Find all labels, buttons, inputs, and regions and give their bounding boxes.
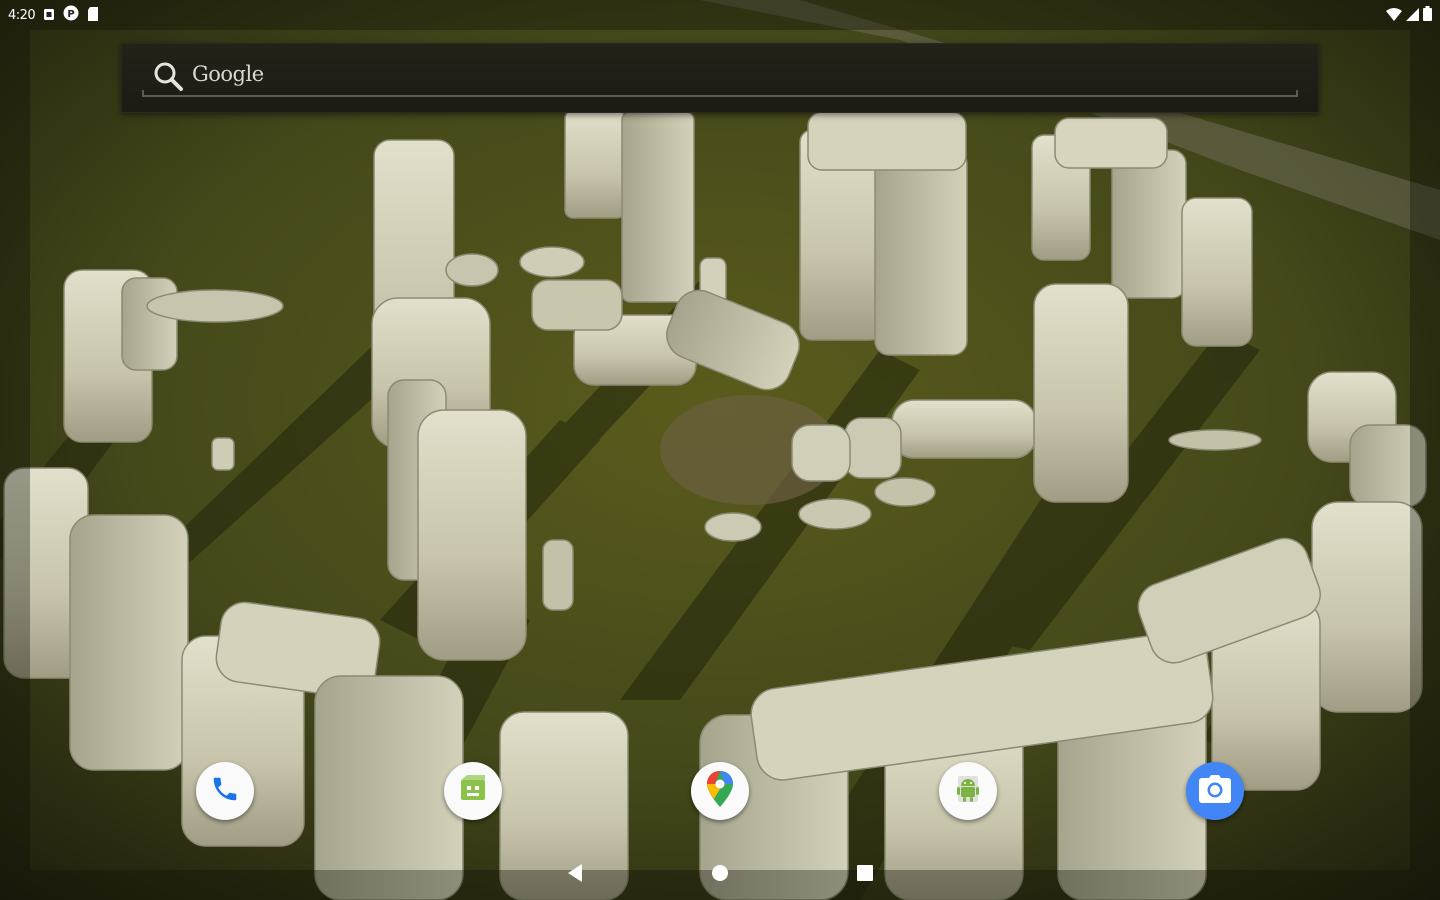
messaging-icon — [456, 772, 490, 810]
recents-button[interactable] — [850, 860, 880, 890]
back-button[interactable] — [560, 860, 590, 890]
navigation-bar — [0, 848, 1440, 900]
recents-icon — [856, 864, 874, 886]
camera-app-icon[interactable] — [1186, 762, 1244, 820]
maps-icon — [703, 769, 737, 813]
android-app-icon — [951, 772, 985, 810]
search-label: Google — [192, 62, 264, 86]
sd-card-icon — [87, 6, 99, 25]
messaging-app-icon[interactable] — [444, 762, 502, 820]
android-app-launcher[interactable] — [939, 762, 997, 820]
search-icon — [152, 60, 184, 96]
maps-app-icon[interactable] — [691, 762, 749, 820]
sim-card-icon — [43, 6, 55, 25]
phone-icon — [210, 774, 240, 808]
face-notification-icon: P — [63, 5, 79, 25]
status-bar: 4:20 P — [0, 0, 1440, 28]
wifi-icon — [1386, 6, 1402, 25]
status-time: 4:20 — [8, 7, 36, 23]
google-search-bar[interactable]: Google — [121, 43, 1319, 113]
camera-icon — [1198, 774, 1232, 808]
search-underline — [142, 90, 1298, 97]
home-icon — [711, 864, 729, 886]
back-icon — [566, 863, 584, 887]
svg-text:P: P — [68, 9, 75, 20]
cellular-signal-icon — [1406, 6, 1419, 25]
home-button[interactable] — [705, 860, 735, 890]
battery-icon — [1423, 6, 1432, 25]
phone-app-icon[interactable] — [196, 762, 254, 820]
